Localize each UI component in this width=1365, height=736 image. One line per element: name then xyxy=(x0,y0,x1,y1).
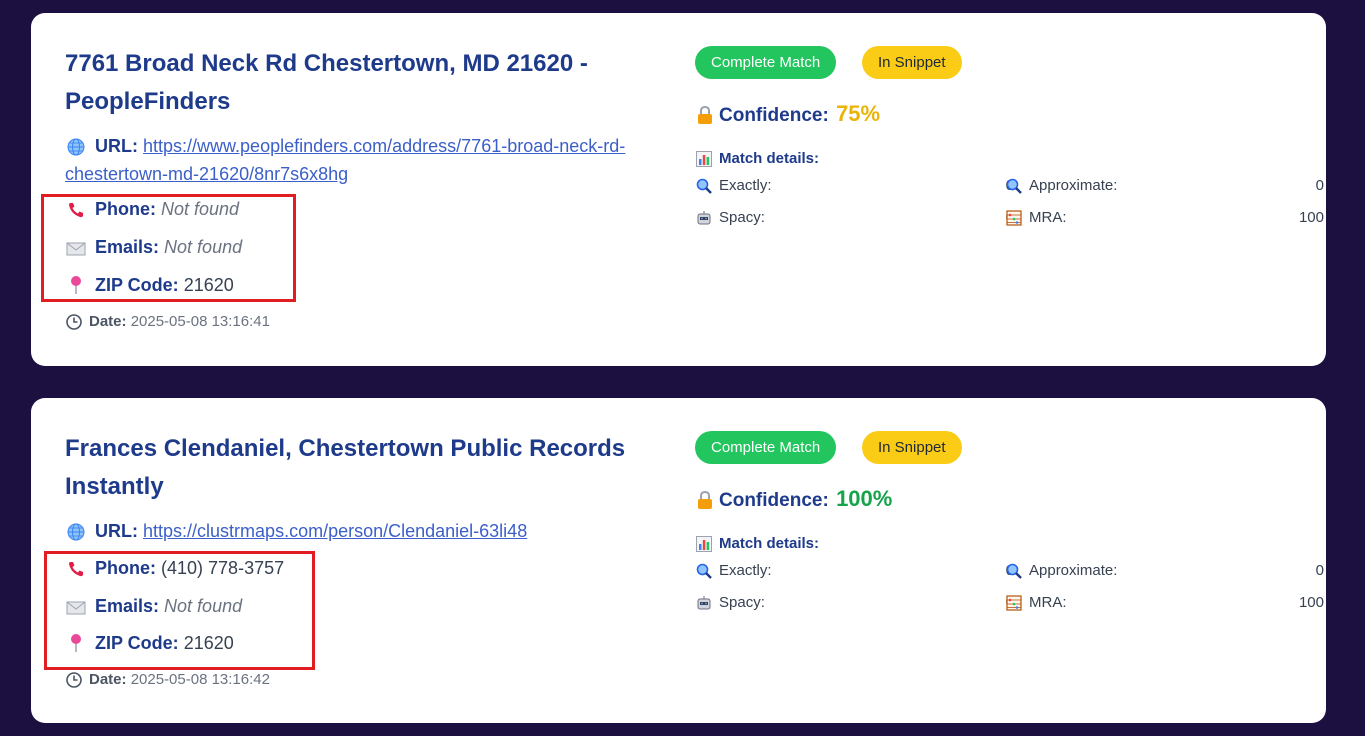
spacy-label: Spacy: xyxy=(719,594,765,611)
mra-value: 100 xyxy=(1298,209,1324,226)
spacy-item: Spacy: xyxy=(695,594,765,612)
approximate-item: Approximate: xyxy=(1005,177,1117,195)
mra-item: MRA: xyxy=(1005,209,1067,227)
confidence-value: 75% xyxy=(836,101,881,126)
url-link[interactable]: https://clustrmaps.com/person/Clendaniel… xyxy=(143,521,527,541)
confidence-label: Confidence: xyxy=(719,105,829,126)
match-details-title: Match details: xyxy=(695,535,819,553)
in-snippet-badge: In Snippet xyxy=(862,431,962,464)
exactly-label: Exactly: xyxy=(719,177,772,194)
magnifier-icon xyxy=(695,563,713,580)
in-snippet-badge: In Snippet xyxy=(862,46,962,79)
exactly-item: Exactly: xyxy=(695,177,772,195)
date-value: 2025-05-08 13:16:41 xyxy=(130,313,270,330)
result-title[interactable]: 7761 Broad Neck Rd Chestertown, MD 21620… xyxy=(65,45,665,121)
confidence-row: Confidence: 75% xyxy=(695,101,880,128)
confidence-row: Confidence: 100% xyxy=(695,486,892,513)
url-link[interactable]: https://www.peoplefinders.com/address/77… xyxy=(65,136,625,184)
spacy-item: Spacy: xyxy=(695,209,765,227)
url-row: URL: https://www.peoplefinders.com/addre… xyxy=(65,133,665,188)
robot-icon xyxy=(695,210,713,227)
confidence-value: 100% xyxy=(836,486,893,511)
lock-icon xyxy=(695,490,715,513)
clock-icon xyxy=(65,672,83,689)
approximate-label: Approximate: xyxy=(1029,562,1118,579)
robot-icon xyxy=(695,595,713,612)
mra-label: MRA: xyxy=(1029,594,1067,611)
url-row: URL: https://clustrmaps.com/person/Clend… xyxy=(65,518,665,546)
magnifier-icon xyxy=(1005,563,1023,580)
globe-icon xyxy=(65,519,87,546)
complete-match-badge: Complete Match xyxy=(695,46,837,79)
highlight-box xyxy=(44,551,315,670)
match-details-label: Match details: xyxy=(719,150,820,167)
lock-icon xyxy=(695,105,715,128)
abacus-icon xyxy=(1005,210,1023,227)
highlight-box xyxy=(41,194,296,302)
magnifier-icon xyxy=(1005,178,1023,195)
match-details-label: Match details: xyxy=(719,535,820,552)
result-card: Frances Clendaniel, Chestertown Public R… xyxy=(31,398,1326,723)
date-label: Date: xyxy=(89,671,127,688)
url-label: URL: xyxy=(95,136,138,156)
exactly-label: Exactly: xyxy=(719,562,772,579)
mra-item: MRA: xyxy=(1005,594,1067,612)
result-card: 7761 Broad Neck Rd Chestertown, MD 21620… xyxy=(31,13,1326,366)
approximate-label: Approximate: xyxy=(1029,177,1118,194)
abacus-icon xyxy=(1005,595,1023,612)
date-row: Date: 2025-05-08 13:16:41 xyxy=(65,313,270,331)
approximate-value: 0 xyxy=(1315,562,1324,579)
match-details-title: Match details: xyxy=(695,150,819,168)
url-label: URL: xyxy=(95,521,138,541)
mra-value: 100 xyxy=(1298,594,1324,611)
bar-chart-icon xyxy=(695,151,713,168)
clock-icon xyxy=(65,314,83,331)
date-row: Date: 2025-05-08 13:16:42 xyxy=(65,671,270,689)
confidence-label: Confidence: xyxy=(719,490,829,511)
complete-match-badge: Complete Match xyxy=(695,431,837,464)
mra-label: MRA: xyxy=(1029,209,1067,226)
date-label: Date: xyxy=(89,313,127,330)
magnifier-icon xyxy=(695,178,713,195)
date-value: 2025-05-08 13:16:42 xyxy=(130,671,270,688)
exactly-item: Exactly: xyxy=(695,562,772,580)
bar-chart-icon xyxy=(695,536,713,553)
spacy-label: Spacy: xyxy=(719,209,765,226)
approximate-item: Approximate: xyxy=(1005,562,1117,580)
result-title[interactable]: Frances Clendaniel, Chestertown Public R… xyxy=(65,430,665,506)
approximate-value: 0 xyxy=(1315,177,1324,194)
globe-icon xyxy=(65,134,87,161)
